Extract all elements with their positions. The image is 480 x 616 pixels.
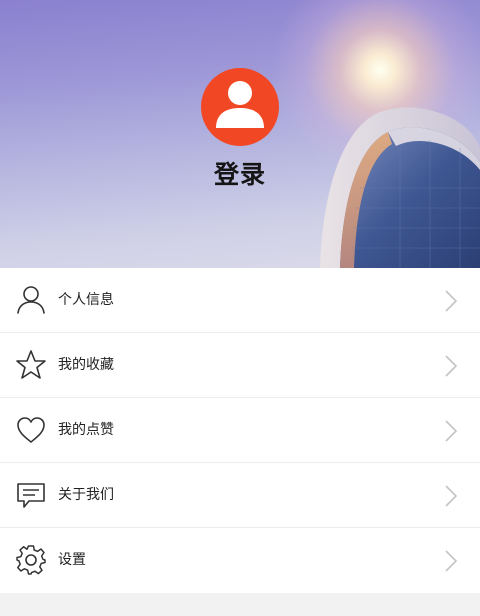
chevron-right-icon — [445, 420, 458, 442]
star-icon — [16, 350, 46, 379]
gear-icon — [16, 545, 46, 575]
menu-item-likes[interactable]: 我的点赞 — [0, 398, 480, 463]
user-icon — [17, 286, 45, 314]
menu-item-label: 个人信息 — [58, 292, 114, 308]
menu-item-label: 我的点赞 — [58, 422, 114, 438]
heart-icon — [17, 417, 45, 443]
chevron-right-icon — [445, 550, 458, 572]
avatar-person-icon — [216, 81, 264, 128]
message-icon — [17, 483, 45, 508]
menu-item-label: 关于我们 — [58, 487, 114, 503]
menu-list: 个人信息 我的收藏 我的点赞 关于我们 设置 — [0, 268, 480, 593]
profile-header: 登录 — [0, 0, 480, 268]
menu-item-label: 我的收藏 — [58, 357, 114, 373]
menu-item-settings[interactable]: 设置 — [0, 528, 480, 593]
chevron-right-icon — [445, 485, 458, 507]
chevron-right-icon — [445, 355, 458, 377]
menu-item-favorites[interactable]: 我的收藏 — [0, 333, 480, 398]
avatar[interactable] — [201, 68, 279, 146]
chevron-right-icon — [445, 290, 458, 312]
menu-item-about-us[interactable]: 关于我们 — [0, 463, 480, 528]
menu-item-personal-info[interactable]: 个人信息 — [0, 268, 480, 333]
menu-item-label: 设置 — [58, 552, 86, 568]
login-button[interactable]: 登录 — [0, 155, 480, 191]
